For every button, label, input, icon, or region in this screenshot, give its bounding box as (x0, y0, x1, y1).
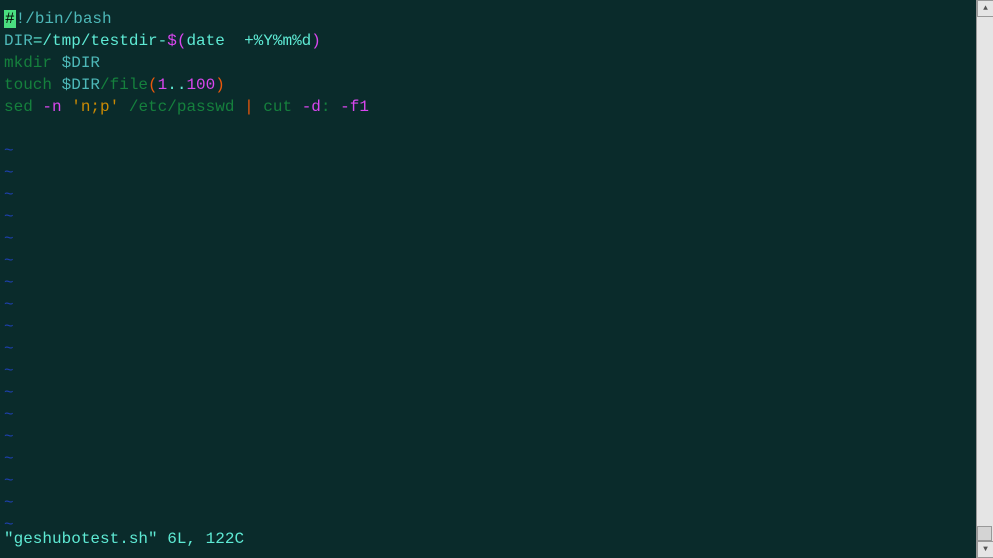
var-name: DIR (4, 32, 33, 50)
sp2 (119, 98, 129, 116)
code-line-4: touch $DIR/file(1..100) (4, 74, 972, 96)
status-info: 6L, 122C (158, 530, 244, 548)
sp1 (62, 98, 72, 116)
eq-sign: = (33, 32, 43, 50)
cut-f-flag: -f1 (340, 98, 369, 116)
spacing (225, 32, 244, 50)
status-line: "geshubotest.sh" 6L, 122C (4, 528, 244, 550)
scrollbar-up-icon[interactable]: ▲ (977, 0, 993, 17)
tilde-line: ~ (4, 162, 972, 184)
cut-cmd: cut (263, 98, 301, 116)
dir-var2: $DIR (62, 76, 100, 94)
status-filename: "geshubotest.sh" (4, 530, 158, 548)
tilde-line: ~ (4, 184, 972, 206)
scrollbar[interactable]: ▲ ▼ (976, 0, 993, 558)
sp4 (254, 98, 264, 116)
date-format: +%Y%m%d (244, 32, 311, 50)
tilde-line: ~ (4, 250, 972, 272)
subst-open: $( (167, 32, 186, 50)
tilde-line: ~ (4, 360, 972, 382)
mkdir-cmd: mkdir (4, 54, 62, 72)
scrollbar-down-icon[interactable]: ▼ (977, 541, 993, 558)
tilde-line: ~ (4, 272, 972, 294)
tilde-line: ~ (4, 382, 972, 404)
cut-colon: : (321, 98, 331, 116)
tilde-line: ~ (4, 404, 972, 426)
tilde-line: ~ (4, 470, 972, 492)
passwd-path: /etc/passwd (129, 98, 235, 116)
tilde-line: ~ (4, 338, 972, 360)
tilde-line: ~ (4, 228, 972, 250)
empty-line (4, 118, 972, 140)
code-line-1: #!/bin/bash (4, 8, 972, 30)
cut-d-flag: -d (302, 98, 321, 116)
range-end: 100 (186, 76, 215, 94)
shebang-path: !/bin/bash (16, 10, 112, 28)
range-start: 1 (158, 76, 168, 94)
pipe: | (244, 98, 254, 116)
tilde-line: ~ (4, 206, 972, 228)
tilde-line: ~ (4, 448, 972, 470)
sp5 (331, 98, 341, 116)
paren-close: ) (215, 76, 225, 94)
tilde-line: ~ (4, 294, 972, 316)
touch-cmd: touch (4, 76, 62, 94)
sed-string: 'n;p' (71, 98, 119, 116)
tilde-line: ~ (4, 492, 972, 514)
date-cmd: date (186, 32, 224, 50)
path-literal: /tmp/testdir- (42, 32, 167, 50)
code-line-5: sed -n 'n;p' /etc/passwd | cut -d: -f1 (4, 96, 972, 118)
filename: file (110, 76, 148, 94)
tilde-line: ~ (4, 426, 972, 448)
terminal-editor[interactable]: #!/bin/bash DIR=/tmp/testdir-$(date +%Y%… (0, 0, 976, 558)
sed-cmd: sed (4, 98, 42, 116)
range-dots: .. (167, 76, 186, 94)
dir-var: $DIR (62, 54, 100, 72)
sp3 (234, 98, 244, 116)
paren-open: ( (148, 76, 158, 94)
slash: / (100, 76, 110, 94)
subst-close: ) (311, 32, 321, 50)
code-line-3: mkdir $DIR (4, 52, 972, 74)
tilde-line: ~ (4, 140, 972, 162)
sed-flag: -n (42, 98, 61, 116)
shebang-hash: # (4, 10, 16, 28)
scrollbar-thumb[interactable] (977, 526, 992, 541)
tilde-line: ~ (4, 316, 972, 338)
code-line-2: DIR=/tmp/testdir-$(date +%Y%m%d) (4, 30, 972, 52)
